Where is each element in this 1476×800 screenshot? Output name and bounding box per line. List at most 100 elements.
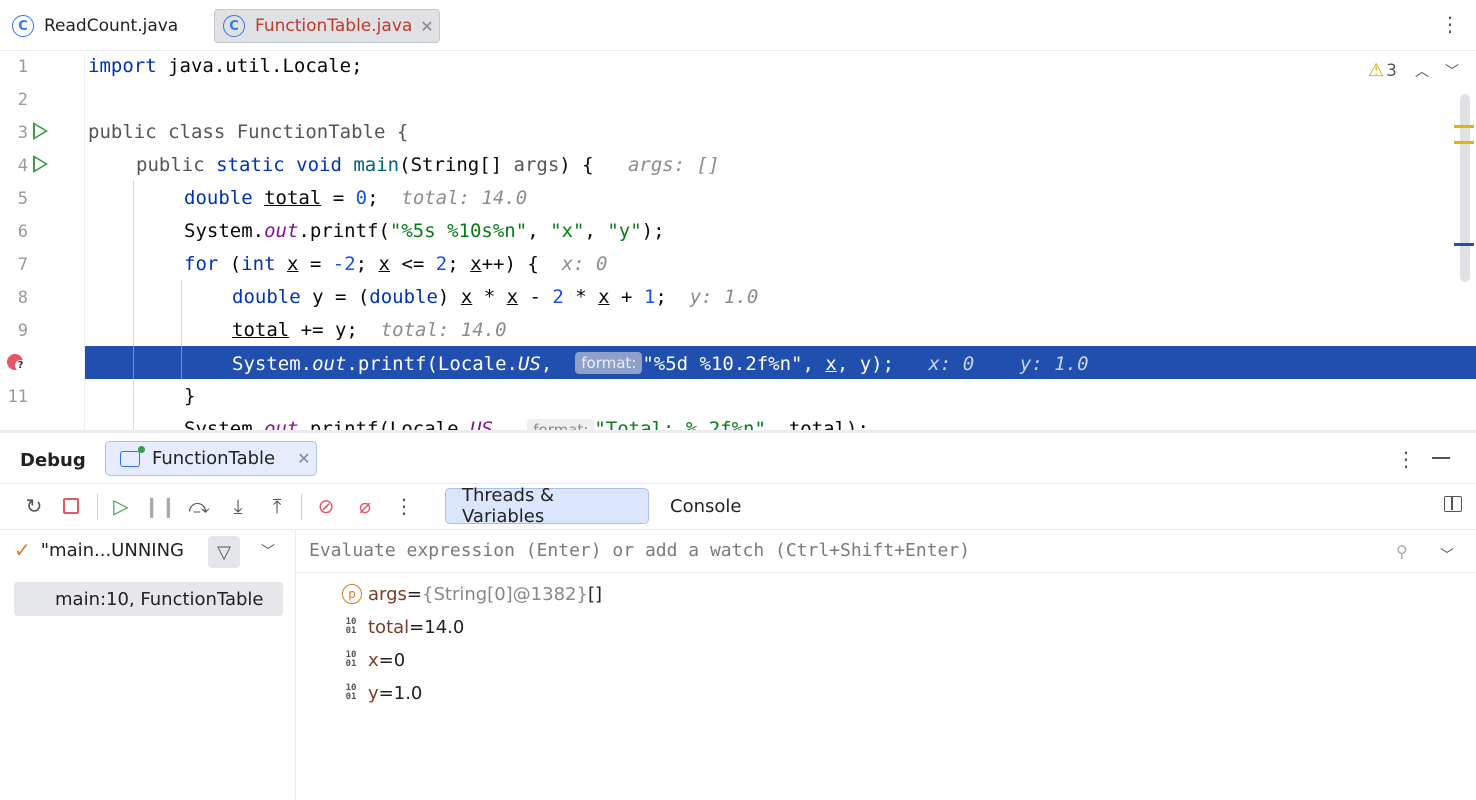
tab-console[interactable]: Console (654, 488, 757, 524)
debug-title: Debug (20, 450, 86, 471)
tab-readcount[interactable]: C ReadCount.java (12, 9, 178, 43)
toolbar-separator (301, 494, 302, 520)
tab-label: ReadCount.java (44, 16, 179, 36)
parameter-hint: format: (575, 352, 643, 374)
pane-separator[interactable] (295, 530, 296, 800)
chevron-down-icon[interactable]: ﹀ (261, 541, 275, 561)
execution-marker[interactable] (1454, 243, 1474, 246)
pause-icon[interactable]: ❙❙ (143, 492, 177, 520)
variable-row[interactable]: 10 01 y = 1.0 (342, 679, 423, 707)
add-watch-icon[interactable]: ⚲ (1396, 542, 1408, 561)
more-options-icon[interactable]: ⋮ (1440, 12, 1460, 36)
application-icon (120, 445, 145, 467)
thread-selector[interactable]: ✓ "main...UNNING (14, 538, 184, 562)
run-icon[interactable] (33, 122, 48, 140)
warning-marker[interactable] (1454, 141, 1474, 144)
line-number: 7 (17, 255, 28, 275)
primitive-icon: 10 01 (345, 683, 357, 702)
line-number: 3 (17, 123, 28, 143)
parameter-icon: p (342, 584, 362, 604)
code-line-10: System.out.printf(Locale.US, format: "%5d… (232, 352, 1089, 375)
code-line-9: total += y; total: 14.0 (232, 319, 507, 341)
code-line-12-clip: System.out.printf(Locale.US, format: "Tot… (0, 418, 1476, 430)
line-number: 8 (17, 288, 28, 308)
close-icon[interactable]: ✕ (297, 449, 310, 468)
tab-functiontable[interactable]: C FunctionTable.java ✕ (214, 9, 440, 43)
code-line-11: } (184, 385, 196, 407)
more-actions-icon[interactable]: ⋮ (390, 492, 418, 520)
editor-scrollbar[interactable] (1460, 94, 1470, 282)
indent-guide (133, 346, 134, 379)
view-breakpoints-icon[interactable]: ⊘ (312, 492, 340, 520)
line-number: 9 (17, 321, 28, 341)
separator (296, 572, 1476, 573)
warning-marker[interactable] (1454, 125, 1474, 128)
code-line-5: double total = 0; total: 14.0 (184, 187, 528, 209)
debug-header: Debug FunctionTable ✕ ⋮ (0, 433, 1476, 483)
line-number: 6 (17, 222, 28, 242)
stack-frame-item[interactable]: main:10, FunctionTable (14, 582, 283, 616)
inline-value-hint: total: 14.0 (401, 187, 528, 209)
line-number: 5 (17, 189, 28, 209)
separator (0, 483, 1476, 484)
separator (0, 529, 1476, 530)
evaluate-expression-input[interactable]: Evaluate expression (Enter) or add a wat… (309, 540, 970, 561)
rerun-icon[interactable]: ↻ (20, 492, 48, 520)
chevron-down-icon[interactable]: ﹀ (1445, 61, 1459, 81)
inline-value-hint: total: 14.0 (380, 319, 507, 341)
primitive-icon: 10 01 (345, 617, 357, 636)
debug-session-tab[interactable]: FunctionTable ✕ (105, 441, 317, 476)
line-number: 11 (7, 387, 28, 407)
primitive-icon: 10 01 (345, 650, 357, 669)
code-line-6: System.out.printf("%5s %10s%n", "x", "y"… (184, 220, 665, 242)
code-line-3: public class FunctionTable { (88, 121, 409, 143)
chevron-down-icon[interactable]: ﹀ (1440, 545, 1454, 565)
resume-icon[interactable]: ▷ (107, 492, 135, 520)
run-icon[interactable] (33, 155, 48, 173)
inline-value-hint: y: 1.0 (689, 286, 759, 308)
class-run-icon: C (223, 15, 245, 37)
session-label: FunctionTable (152, 448, 276, 469)
inline-value-hint: x: 0 (561, 253, 608, 275)
code-line-12: System.out.printf(Locale.US, format: "Tot… (184, 418, 869, 430)
layout-icon[interactable] (1444, 496, 1462, 512)
step-out-icon[interactable]: ⤒ (263, 492, 291, 520)
inspection-widget[interactable]: ⚠ 3 ︿ ﹀ (1368, 60, 1459, 81)
toolbar-separator (97, 494, 98, 520)
more-options-icon[interactable]: ⋮ (1396, 447, 1416, 471)
inline-value-hint: y: 1.0 (1019, 353, 1089, 375)
chevron-up-icon[interactable]: ︿ (1415, 61, 1429, 81)
variable-row[interactable]: 10 01 total = 14.0 (342, 613, 465, 641)
tab-label: FunctionTable.java (255, 16, 413, 36)
indent-guide (133, 180, 134, 430)
variable-row[interactable]: 10 01 x = 0 (342, 646, 406, 674)
mute-breakpoints-icon[interactable]: ⌀ (351, 492, 379, 520)
thread-label: "main...UNNING (40, 539, 185, 561)
warning-count: 3 (1386, 60, 1397, 81)
code-line-1: import java.util.Locale; (88, 55, 363, 77)
gutter-separator (84, 50, 85, 430)
code-line-4: public static void main(String[] args) {… (136, 154, 720, 176)
parameter-hint: format: (527, 419, 595, 430)
line-number: 4 (17, 156, 28, 176)
filter-icon[interactable]: ▽ (208, 536, 240, 568)
indent-guide (181, 346, 182, 379)
minimize-icon[interactable] (1432, 457, 1450, 459)
editor-tab-bar: C ReadCount.java C FunctionTable.java ✕ … (0, 0, 1476, 51)
close-icon[interactable]: ✕ (420, 17, 433, 36)
tab-threads-variables[interactable]: Threads & Variables (445, 485, 649, 527)
code-line-8: double y = (double) x * x - 2 * x + 1; y… (232, 286, 759, 308)
breakpoint-icon[interactable]: ? (7, 354, 26, 371)
line-number: 1 (17, 57, 28, 77)
class-icon: C (12, 15, 34, 37)
inline-value-hint: x: 0 (928, 353, 975, 375)
line-number: 2 (17, 90, 28, 110)
inline-value-hint: args: [] (627, 154, 720, 176)
step-over-icon[interactable]: ⤼ (185, 492, 213, 520)
warning-icon: ⚠ (1368, 60, 1385, 81)
check-icon: ✓ (14, 538, 31, 562)
stop-icon[interactable] (57, 492, 85, 520)
variable-row[interactable]: p args = {String[0]@1382} [] (342, 580, 602, 608)
step-into-icon[interactable]: ⤓ (224, 492, 252, 520)
code-line-7: for (int x = -2; x <= 2; x++) { x: 0 (184, 253, 608, 275)
